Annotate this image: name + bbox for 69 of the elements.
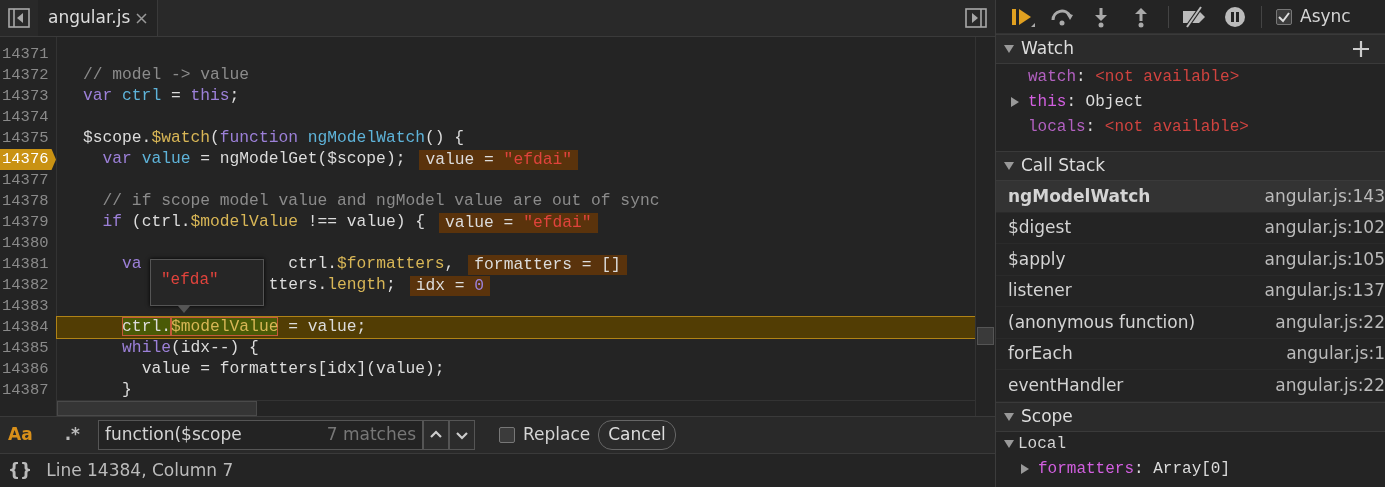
variable-entry: formatters: Array[0] xyxy=(1038,459,1231,480)
regex-toggle[interactable]: .* xyxy=(56,422,88,448)
cursor-position: Line 14384, Column 7 xyxy=(46,458,234,482)
variable-entry: locals: <not available> xyxy=(1028,116,1249,138)
collapse-triangle-icon[interactable] xyxy=(1004,44,1014,54)
line-number: 14376 xyxy=(0,149,56,170)
expand-triangle-icon[interactable] xyxy=(1020,464,1030,474)
call-frame[interactable]: (anonymous function) angular.js:22 xyxy=(996,307,1385,339)
code-line: // if scope model value and ngModel value are out of sync xyxy=(102,190,660,213)
call-frame[interactable]: listener angular.js:137 xyxy=(996,275,1385,307)
async-label: Async xyxy=(1300,4,1351,28)
code-line: // model -> value xyxy=(83,64,250,87)
call-frame[interactable]: ngModelWatch angular.js:143 xyxy=(996,181,1385,213)
match-case-toggle[interactable]: Aa xyxy=(0,422,41,448)
line-number: 14373 xyxy=(1,86,50,107)
replace-label: Replace xyxy=(523,423,591,447)
line-number: 14387 xyxy=(1,380,50,401)
cancel-button[interactable]: Cancel xyxy=(598,420,676,450)
collapse-triangle-icon[interactable] xyxy=(1004,439,1014,449)
inline-value: formatters = [] xyxy=(468,254,627,275)
code-line: var value = ngModelGet($scope); xyxy=(102,148,406,171)
scope-group-label[interactable]: Local xyxy=(1018,432,1066,456)
line-number: 14384 xyxy=(1,317,50,338)
call-frame[interactable]: $digest angular.js:102 xyxy=(996,212,1385,244)
code-line: $scope.$watch(function ngModelWatch() { xyxy=(83,127,465,150)
variable-entry: watch: <not available> xyxy=(1028,66,1240,88)
variable-entry: this: Object xyxy=(1028,91,1144,113)
line-number: 14385 xyxy=(1,338,50,359)
line-number: 14382 xyxy=(1,275,50,296)
code-line: ctrl.$formatters, xyxy=(288,253,455,276)
call-frame[interactable]: eventHandler angular.js:22 xyxy=(996,370,1385,402)
code-line: if (ctrl.$modelValue !== value) { xyxy=(102,211,425,234)
line-number: 14377 xyxy=(1,170,50,191)
inline-value: idx = 0 xyxy=(409,275,491,296)
add-icon[interactable] xyxy=(1353,41,1369,57)
code-line: tters.length; xyxy=(268,274,396,297)
format-button[interactable]: {} xyxy=(8,457,33,484)
code-line: } xyxy=(122,379,132,402)
line-number: 14371 xyxy=(1,44,50,65)
file-tab[interactable]: angular.js xyxy=(38,0,159,36)
line-number: 14372 xyxy=(1,65,50,86)
line-number: 14383 xyxy=(1,296,50,317)
next-match-button[interactable] xyxy=(449,420,475,450)
inline-value: value = "efdai" xyxy=(439,212,598,233)
close-icon[interactable] xyxy=(136,12,148,24)
line-number: 14379 xyxy=(1,212,50,233)
call-frame[interactable]: forEach angular.js:1 xyxy=(996,338,1385,370)
line-number: 14381 xyxy=(1,254,50,275)
value-tooltip: "efda" xyxy=(150,259,264,313)
match-count: 7 matches xyxy=(326,423,416,447)
code-line: va xyxy=(122,253,142,276)
line-number: 14386 xyxy=(1,359,50,380)
expand-triangle-icon[interactable] xyxy=(1010,96,1020,107)
line-number: 14374 xyxy=(1,107,50,128)
vertical-scrollbar[interactable] xyxy=(975,37,995,416)
line-number: 14380 xyxy=(1,233,50,254)
inline-value: value = "efdai" xyxy=(419,149,578,170)
previous-match-button[interactable] xyxy=(423,420,449,450)
call-frame[interactable]: $apply angular.js:105 xyxy=(996,244,1385,276)
replace-checkbox[interactable] xyxy=(499,427,515,443)
line-number: 14378 xyxy=(1,191,50,212)
async-checkbox[interactable] xyxy=(1276,8,1292,25)
code-line: var ctrl = this; xyxy=(83,85,240,108)
line-number: 14375 xyxy=(1,128,50,149)
code-line: while(idx--) { xyxy=(122,337,259,360)
collapse-triangle-icon[interactable] xyxy=(1004,161,1014,171)
search-field[interactable]: function($scope 7 matches xyxy=(98,420,423,450)
collapse-triangle-icon[interactable] xyxy=(1004,411,1014,422)
code-line: value = formatters[idx](value); xyxy=(141,358,445,381)
